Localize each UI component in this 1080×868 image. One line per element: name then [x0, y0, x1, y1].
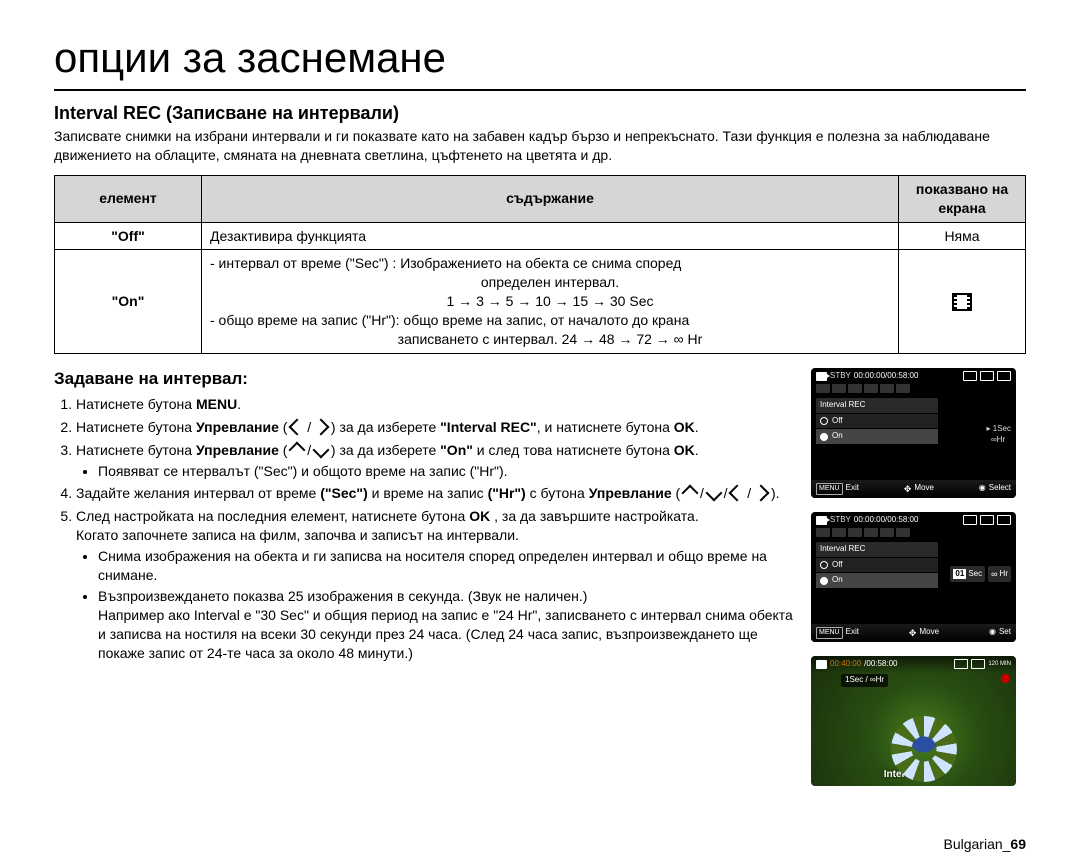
film-icon	[952, 293, 972, 311]
page-title: опции за заснемане	[54, 30, 1026, 91]
record-icon	[1001, 674, 1010, 683]
memory-icon	[963, 371, 977, 381]
side-pills: 01Sec ∞Hr	[950, 566, 1011, 582]
list-item: Появяват се нтервалът ("Sec") и общото в…	[98, 462, 793, 481]
cell-off-display: Няма	[899, 222, 1026, 250]
th-display: показвано на екрана	[899, 175, 1026, 222]
cell-on-display	[899, 250, 1026, 353]
lcd-preview-1: STBY 00:00:00/00:58:00 Interval REC Off …	[811, 368, 1016, 498]
list-item: След настройката на последния елемент, н…	[76, 507, 793, 662]
memory-icon	[963, 515, 977, 525]
manual-page: опции за заснемане Interval REC (Записва…	[0, 0, 1080, 868]
list-item: Снима изображения на обекта и ги записва…	[98, 547, 793, 585]
camera-icon	[816, 372, 827, 381]
cell-on-label: "On"	[55, 250, 202, 353]
section-heading: Interval REC (Записване на интервали)	[54, 101, 1026, 125]
move-icon: ✥	[909, 627, 917, 639]
list-item: Задайте желания интервал от време ("Sec"…	[76, 484, 793, 503]
table-row: "On" - интервал от време ("Sec") : Изобр…	[55, 250, 1026, 353]
lcd-preview-3: 00:40:00/00:58:00 120 MIN 1Sec / ∞Hr Int…	[811, 656, 1016, 786]
content-columns: Задаване на интервал: Натиснете бутона M…	[54, 364, 1026, 786]
memory-icon	[997, 515, 1011, 525]
battery-icon	[971, 659, 985, 669]
battery-icon	[980, 515, 994, 525]
intro-text: Записвате снимки на избрани интервали и …	[54, 127, 1026, 165]
side-values: ▸ 1Sec ∞Hr	[987, 424, 1011, 446]
howto-heading: Задаване на интервал:	[54, 368, 793, 391]
camera-icon	[816, 516, 827, 525]
list-item: Възпроизвеждането показва 25 изображения…	[98, 587, 793, 663]
battery-icon	[980, 371, 994, 381]
th-content: съдържание	[202, 175, 899, 222]
table-row: "Off" Дезактивира функцията Няма	[55, 222, 1026, 250]
move-icon: ✥	[904, 483, 912, 495]
steps-list: Натиснете бутона MENU. Натиснете бутона …	[54, 395, 793, 663]
list-item: Натиснете бутона Упревлание ( / ) за да …	[76, 418, 793, 437]
cell-off-label: "Off"	[55, 222, 202, 250]
cell-on-content: - интервал от време ("Sec") : Изображени…	[202, 250, 899, 353]
page-footer: Bulgarian_69	[943, 835, 1026, 854]
spec-table: елемент съдържание показвано на екрана "…	[54, 175, 1026, 354]
memory-icon	[997, 371, 1011, 381]
list-item: Натиснете бутона Упревлание ( / ) за да …	[76, 441, 793, 481]
cell-off-content: Дезактивира функцията	[202, 222, 899, 250]
lcd-preview-2: STBY 00:00:00/00:58:00 Interval REC Off …	[811, 512, 1016, 642]
memory-icon	[954, 659, 968, 669]
camera-icon	[816, 660, 827, 669]
screenshots-column: STBY 00:00:00/00:58:00 Interval REC Off …	[811, 364, 1026, 786]
instructions-column: Задаване на интервал: Натиснете бутона M…	[54, 364, 793, 786]
th-element: елемент	[55, 175, 202, 222]
list-item: Натиснете бутона MENU.	[76, 395, 793, 414]
